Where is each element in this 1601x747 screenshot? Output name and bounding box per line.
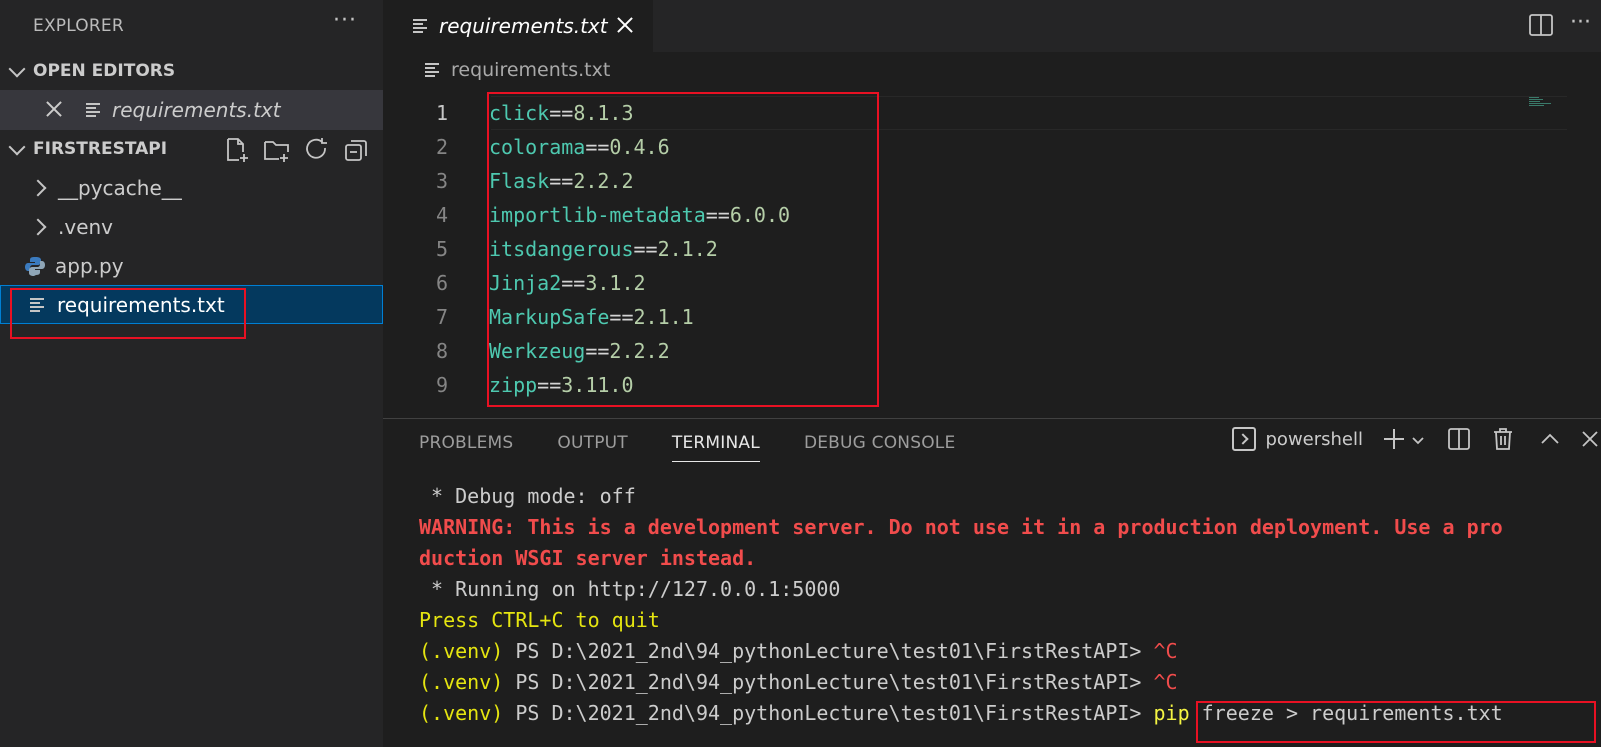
terminal-line: Press CTRL+C to quit bbox=[419, 608, 660, 632]
line-number: 2 bbox=[435, 135, 448, 159]
refresh-icon[interactable] bbox=[303, 136, 331, 164]
minimap[interactable] bbox=[1529, 96, 1551, 110]
new-folder-icon[interactable] bbox=[263, 136, 291, 164]
open-editors-label: OPEN EDITORS bbox=[33, 61, 176, 81]
explorer-sidebar: EXPLORER ··· OPEN EDITORS requirements.t… bbox=[0, 0, 383, 747]
project-label: FIRSTRESTAPI bbox=[33, 139, 168, 159]
ctrl-c-text: ^C bbox=[1153, 670, 1178, 694]
new-file-icon[interactable] bbox=[223, 136, 251, 164]
text-file-icon bbox=[425, 62, 441, 78]
open-editor-filename: requirements.txt bbox=[112, 98, 281, 122]
chevron-down-icon bbox=[9, 141, 25, 157]
ctrl-c-text: ^C bbox=[1153, 639, 1178, 663]
split-terminal-icon[interactable] bbox=[1447, 427, 1471, 451]
collapse-all-icon[interactable] bbox=[343, 136, 371, 164]
highlight-box-terminal bbox=[1196, 701, 1596, 743]
terminal-prompt-line: (.venv) PS D:\2021_2nd\94_pythonLecture\… bbox=[419, 667, 1503, 698]
prompt-path: PS D:\2021_2nd\94_pythonLecture\test01\F… bbox=[503, 639, 1154, 663]
open-editor-item[interactable]: requirements.txt bbox=[0, 90, 383, 130]
chevron-down-icon bbox=[9, 63, 25, 79]
tree-item-label: app.py bbox=[55, 253, 124, 278]
close-panel-icon[interactable] bbox=[1579, 428, 1601, 450]
text-file-icon bbox=[86, 102, 102, 118]
explorer-title: EXPLORER bbox=[33, 16, 124, 36]
command-pip: pip bbox=[1153, 701, 1190, 725]
chevron-right-icon bbox=[32, 180, 48, 196]
editor-actions: ··· bbox=[1528, 12, 1591, 38]
maximize-panel-icon[interactable] bbox=[1539, 428, 1561, 450]
terminal-prompt-line: (.venv) PS D:\2021_2nd\94_pythonLecture\… bbox=[419, 636, 1503, 667]
add-terminal-icon[interactable] bbox=[1383, 428, 1405, 450]
tab-output[interactable]: OUTPUT bbox=[557, 419, 628, 467]
python-file-icon bbox=[25, 256, 45, 276]
line-number: 4 bbox=[435, 203, 448, 227]
highlight-box-editor bbox=[487, 92, 879, 407]
terminal-line: * Debug mode: off bbox=[419, 484, 636, 508]
venv-label: (.venv) bbox=[419, 639, 504, 663]
terminal-warning-line: duction WSGI server instead. bbox=[419, 546, 757, 570]
chevron-right-icon bbox=[32, 219, 48, 235]
line-number: 6 bbox=[435, 271, 448, 295]
highlight-box-sidebar bbox=[10, 288, 246, 339]
shell-name[interactable]: powershell bbox=[1266, 429, 1364, 450]
close-tab-icon[interactable] bbox=[615, 15, 635, 35]
line-number: 8 bbox=[435, 339, 448, 363]
tree-item-pycache[interactable]: __pycache__ bbox=[0, 168, 383, 207]
chevron-down-icon[interactable] bbox=[1411, 432, 1425, 446]
line-number: 1 bbox=[435, 101, 448, 125]
tab-terminal[interactable]: TERMINAL bbox=[671, 419, 760, 467]
terminal-output[interactable]: * Debug mode: off WARNING: This is a dev… bbox=[419, 481, 1503, 729]
breadcrumb-file: requirements.txt bbox=[451, 59, 611, 81]
venv-label: (.venv) bbox=[419, 670, 504, 694]
open-editors-section-header[interactable]: OPEN EDITORS bbox=[0, 52, 383, 90]
line-number: 3 bbox=[435, 169, 448, 193]
terminal-warning-line: WARNING: This is a development server. D… bbox=[419, 515, 1503, 539]
line-number: 9 bbox=[435, 373, 448, 397]
text-file-icon bbox=[413, 18, 429, 34]
breadcrumb[interactable]: requirements.txt bbox=[383, 44, 1601, 96]
venv-label: (.venv) bbox=[419, 701, 504, 725]
prompt-path: PS D:\2021_2nd\94_pythonLecture\test01\F… bbox=[503, 701, 1154, 725]
tree-item-venv[interactable]: .venv bbox=[0, 207, 383, 246]
tree-item-label: .venv bbox=[58, 214, 114, 239]
bottom-panel: PROBLEMS OUTPUT TERMINAL DEBUG CONSOLE p… bbox=[383, 418, 1601, 747]
explorer-header: EXPLORER ··· bbox=[0, 0, 383, 52]
terminal-icon bbox=[1231, 427, 1256, 451]
more-actions-icon[interactable]: ··· bbox=[333, 8, 357, 33]
tree-item-app-py[interactable]: app.py bbox=[0, 246, 383, 285]
project-section-header[interactable]: FIRSTRESTAPI bbox=[0, 130, 383, 168]
tab-label: requirements.txt bbox=[439, 14, 608, 38]
tab-debug-console[interactable]: DEBUG CONSOLE bbox=[804, 419, 955, 467]
panel-actions: powershell bbox=[1231, 427, 1601, 451]
tab-problems[interactable]: PROBLEMS bbox=[419, 419, 513, 467]
trash-icon[interactable] bbox=[1491, 427, 1515, 451]
terminal-line: * Running on http://127.0.0.1:5000 bbox=[419, 577, 841, 601]
line-number: 7 bbox=[435, 305, 448, 329]
tree-item-label: __pycache__ bbox=[58, 175, 182, 200]
more-actions-icon[interactable]: ··· bbox=[1570, 12, 1591, 38]
line-number: 5 bbox=[435, 237, 448, 261]
close-icon[interactable] bbox=[44, 99, 64, 119]
prompt-path: PS D:\2021_2nd\94_pythonLecture\test01\F… bbox=[503, 670, 1154, 694]
split-editor-icon[interactable] bbox=[1528, 12, 1554, 38]
explorer-toolbar bbox=[223, 136, 371, 164]
